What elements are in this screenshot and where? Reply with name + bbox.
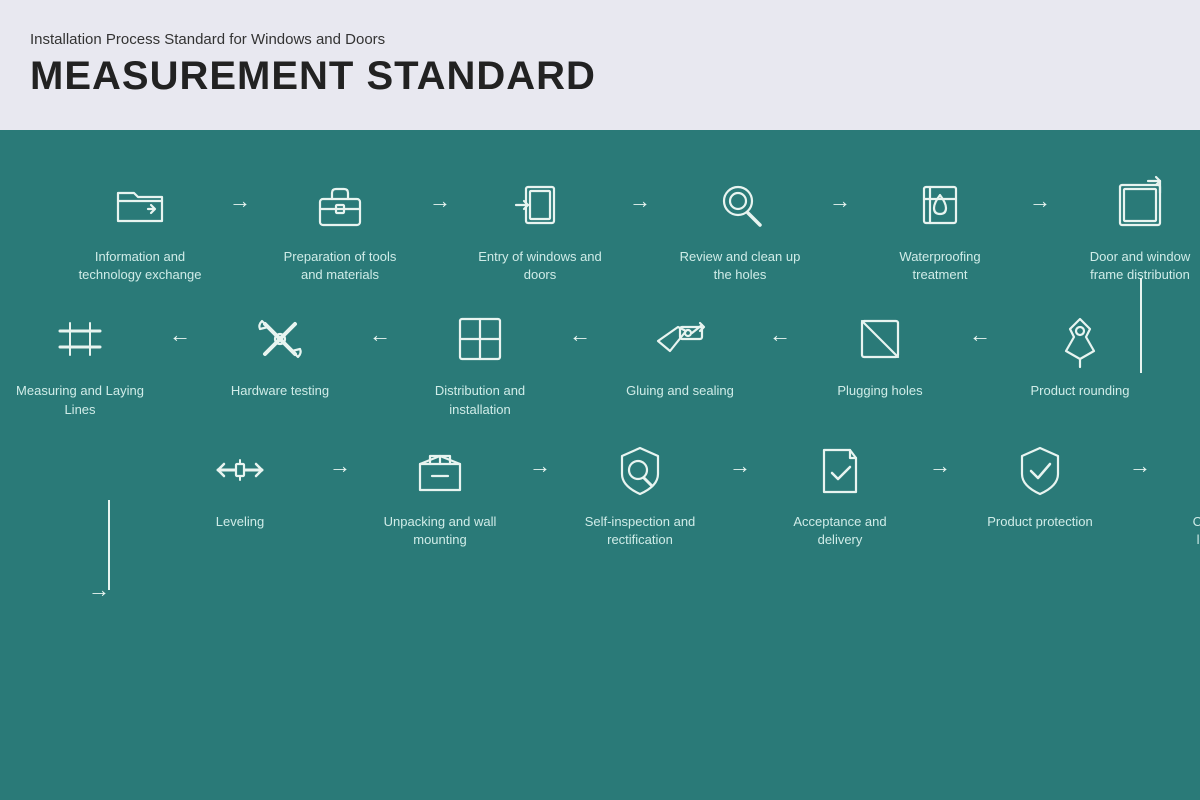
step-review-holes: Review and clean up the holes xyxy=(660,170,820,284)
arrow-3: → xyxy=(620,188,660,214)
step-dist-install-label: Distribution and installation xyxy=(415,382,545,418)
step-entry-windows-label: Entry of windows and doors xyxy=(475,248,605,284)
step-measuring: Measuring and Laying Lines xyxy=(0,304,160,418)
process-row-2: Product rounding ← Plugging holes ← xyxy=(60,304,1160,418)
arrow-r3: ← xyxy=(560,322,600,348)
header-title: MEASUREMENT STANDARD xyxy=(30,54,1170,99)
step-measuring-label: Measuring and Laying Lines xyxy=(15,382,145,418)
header-subtitle: Installation Process Standard for Window… xyxy=(30,31,1170,48)
step-info-exchange-label: Information and technology exchange xyxy=(75,248,205,284)
step-cleanup: Cleaning up and leaving the site xyxy=(1160,435,1200,549)
arrow-3r2: → xyxy=(520,453,560,479)
step-self-inspect: Self-inspection and rectification xyxy=(560,435,720,549)
hardware-icon xyxy=(245,304,315,374)
left-arrow-row3: → xyxy=(88,577,110,603)
arrow-2: → xyxy=(420,188,460,214)
frame-dist-icon xyxy=(1105,170,1175,240)
step-frame-dist: Door and window frame distribution xyxy=(1060,170,1200,284)
header: Installation Process Standard for Window… xyxy=(0,0,1200,130)
step-acceptance-label: Acceptance and delivery xyxy=(775,513,905,549)
main-content: Information and technology exchange → Pr… xyxy=(0,130,1200,800)
measuring-icon xyxy=(45,304,115,374)
step-dist-install: Distribution and installation xyxy=(400,304,560,418)
arrow-1: → xyxy=(220,188,260,214)
unpacking-icon xyxy=(405,435,475,505)
step-info-exchange: Information and technology exchange xyxy=(60,170,220,284)
step-self-inspect-label: Self-inspection and rectification xyxy=(575,513,705,549)
leveling-icon xyxy=(205,435,275,505)
step-waterproofing: Waterproofing treatment xyxy=(860,170,1020,284)
step-prep-tools: Preparation of tools and materials xyxy=(260,170,420,284)
arrow-r4: ← xyxy=(360,322,400,348)
step-protection-label: Product protection xyxy=(987,513,1093,531)
step-gluing: Gluing and sealing xyxy=(600,304,760,400)
plugging-icon xyxy=(845,304,915,374)
step-plugging-label: Plugging holes xyxy=(837,382,922,400)
step-rounding: Product rounding xyxy=(1000,304,1160,400)
arrow-3r1: → xyxy=(320,453,360,479)
step-acceptance: Acceptance and delivery xyxy=(760,435,920,549)
step-gluing-label: Gluing and sealing xyxy=(626,382,734,400)
arrow-r5: ← xyxy=(160,322,200,348)
arrow-3r5: → xyxy=(1120,453,1160,479)
step-protection: Product protection xyxy=(960,435,1120,531)
waterproof-icon xyxy=(905,170,975,240)
step-waterproofing-label: Waterproofing treatment xyxy=(875,248,1005,284)
step-frame-dist-label: Door and window frame distribution xyxy=(1075,248,1200,284)
gluing-icon xyxy=(645,304,715,374)
step-leveling-label: Leveling xyxy=(216,513,264,531)
acceptance-icon xyxy=(805,435,875,505)
step-leveling: Leveling xyxy=(160,435,320,531)
rounding-icon xyxy=(1045,304,1115,374)
step-plugging: Plugging holes xyxy=(800,304,960,400)
arrow-5: → xyxy=(1020,188,1060,214)
arrow-3r3: → xyxy=(720,453,760,479)
step-entry-windows: Entry of windows and doors xyxy=(460,170,620,284)
door-entry-icon xyxy=(505,170,575,240)
self-inspect-icon xyxy=(605,435,675,505)
step-hardware: Hardware testing xyxy=(200,304,360,400)
step-unpacking: Unpacking and wall mounting xyxy=(360,435,520,549)
search-hole-icon xyxy=(705,170,775,240)
process-row-1: Information and technology exchange → Pr… xyxy=(60,170,1160,284)
step-unpacking-label: Unpacking and wall mounting xyxy=(375,513,505,549)
dist-install-icon xyxy=(445,304,515,374)
arrow-3r4: → xyxy=(920,453,960,479)
step-cleanup-label: Cleaning up and leaving the site xyxy=(1175,513,1200,549)
step-hardware-label: Hardware testing xyxy=(231,382,329,400)
process-row-3: Leveling → Unpacking and wall mounting → xyxy=(160,435,1160,549)
protection-icon xyxy=(1005,435,1075,505)
arrow-r2: ← xyxy=(760,322,800,348)
step-rounding-label: Product rounding xyxy=(1030,382,1129,400)
step-prep-tools-label: Preparation of tools and materials xyxy=(275,248,405,284)
arrow-r1: ← xyxy=(960,322,1000,348)
toolbox-icon xyxy=(305,170,375,240)
step-review-holes-label: Review and clean up the holes xyxy=(675,248,805,284)
folder-icon xyxy=(105,170,175,240)
arrow-4: → xyxy=(820,188,860,214)
